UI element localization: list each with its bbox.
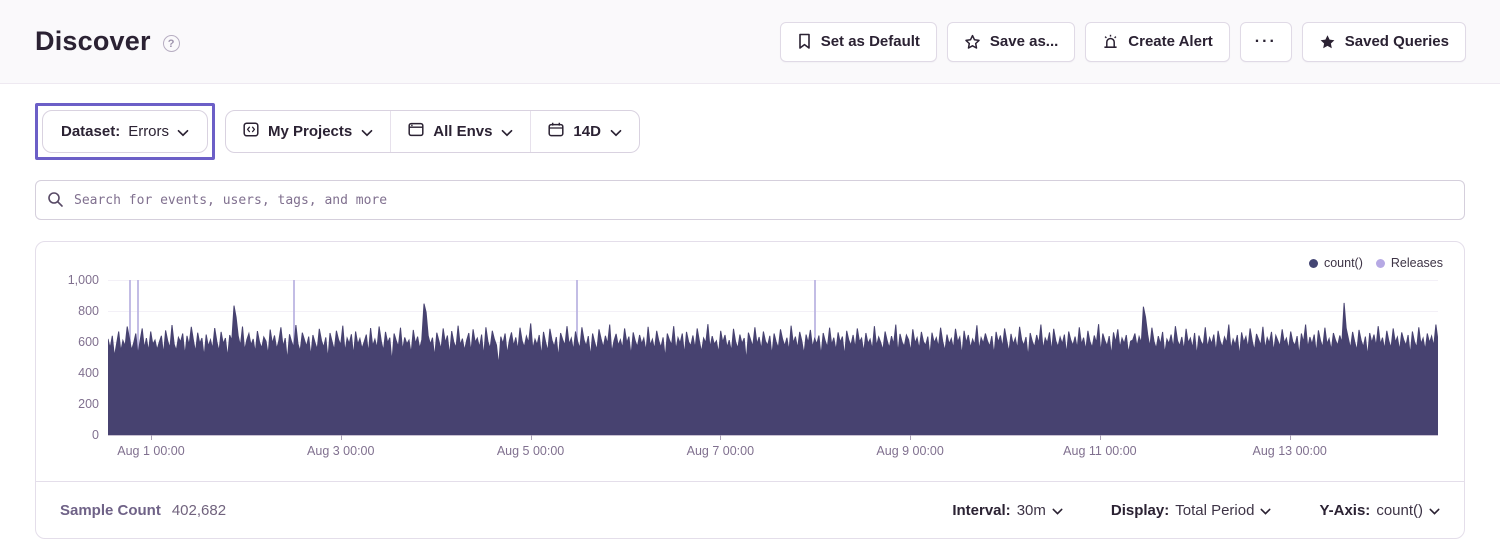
create-alert-label: Create Alert	[1128, 33, 1212, 50]
legend-item-count[interactable]: count()	[1309, 256, 1363, 270]
legend-count-dot	[1309, 259, 1318, 268]
help-icon[interactable]: ?	[163, 35, 180, 52]
display-label: Display:	[1111, 502, 1169, 519]
chevron-down-icon	[361, 124, 373, 141]
legend-releases-label: Releases	[1391, 256, 1443, 270]
set-as-default-label: Set as Default	[821, 33, 920, 50]
x-axis-tick	[910, 435, 911, 440]
x-axis-tick	[1100, 435, 1101, 440]
saved-queries-button[interactable]: Saved Queries	[1302, 22, 1466, 62]
display-value: Total Period	[1175, 502, 1254, 519]
dataset-dropdown[interactable]: Dataset: Errors	[42, 110, 208, 153]
page-header: Discover ? Set as Default Save as...	[0, 0, 1500, 84]
count-area-series[interactable]	[108, 280, 1438, 435]
y-axis-value: count()	[1376, 502, 1423, 519]
x-axis-tick	[341, 435, 342, 440]
interval-dropdown[interactable]: Interval: 30m	[952, 501, 1063, 519]
x-axis-tick-label: Aug 13 00:00	[1253, 444, 1327, 458]
chevron-down-icon	[1052, 502, 1063, 519]
environments-dropdown[interactable]: All Envs	[390, 111, 530, 152]
interval-value: 30m	[1017, 502, 1046, 519]
events-chart-panel: count() Releases 0 200 400 600 800 1,000 Aug 1…	[35, 241, 1465, 539]
y-axis-tick-label: 600	[36, 335, 99, 349]
save-as-label: Save as...	[990, 33, 1058, 50]
chevron-down-icon	[501, 124, 513, 141]
date-range-label: 14D	[573, 123, 601, 140]
filter-bar: Dataset: Errors My Projects	[35, 103, 1465, 160]
x-axis-tick-label: Aug 5 00:00	[497, 444, 564, 458]
window-icon	[408, 122, 424, 141]
ellipsis-icon: ···	[1255, 33, 1277, 51]
project-icon	[243, 122, 259, 141]
toolbar: Set as Default Save as... Create Alert ·…	[780, 22, 1466, 62]
page-filters-group: My Projects All Envs	[225, 110, 640, 153]
calendar-icon	[548, 122, 564, 141]
display-dropdown[interactable]: Display: Total Period	[1111, 501, 1272, 519]
y-axis-label: Y-Axis:	[1319, 502, 1370, 519]
set-as-default-button[interactable]: Set as Default	[780, 22, 937, 62]
dataset-value: Errors	[128, 123, 169, 140]
x-axis-tick	[531, 435, 532, 440]
chart-footer-bar: Sample Count 402,682 Interval: 30m Displ…	[36, 481, 1464, 538]
legend-item-releases[interactable]: Releases	[1376, 256, 1443, 270]
x-axis-tick-label: Aug 1 00:00	[117, 444, 184, 458]
legend-count-label: count()	[1324, 256, 1363, 270]
create-alert-button[interactable]: Create Alert	[1085, 22, 1229, 62]
chart-legend: count() Releases	[1309, 256, 1443, 270]
x-axis-tick-label: Aug 7 00:00	[687, 444, 754, 458]
legend-releases-dot	[1376, 259, 1385, 268]
dataset-highlight-box: Dataset: Errors	[35, 103, 215, 160]
search-icon	[47, 191, 64, 213]
sample-count-label: Sample Count	[60, 502, 161, 519]
x-axis-tick	[1290, 435, 1291, 440]
x-axis-tick-label: Aug 11 00:00	[1063, 444, 1136, 458]
environments-label: All Envs	[433, 123, 492, 140]
events-area-chart[interactable]: count() Releases 0 200 400 600 800 1,000 Aug 1…	[36, 242, 1464, 481]
y-axis-tick-label: 1,000	[36, 273, 99, 287]
sample-count-value: 402,682	[172, 502, 226, 519]
search-bar	[35, 180, 1465, 220]
x-axis-tick	[151, 435, 152, 440]
saved-queries-label: Saved Queries	[1345, 33, 1449, 50]
x-axis-tick	[720, 435, 721, 440]
interval-label: Interval:	[952, 502, 1010, 519]
projects-label: My Projects	[268, 123, 352, 140]
dataset-label: Dataset:	[61, 123, 120, 140]
save-as-button[interactable]: Save as...	[947, 22, 1075, 62]
x-axis-tick-label: Aug 9 00:00	[876, 444, 943, 458]
projects-dropdown[interactable]: My Projects	[226, 111, 390, 152]
star-filled-icon	[1319, 34, 1336, 50]
bookmark-icon	[797, 33, 812, 50]
chevron-down-icon	[177, 124, 189, 141]
y-axis-tick-label: 0	[36, 428, 99, 442]
chevron-down-icon	[1260, 502, 1271, 519]
y-axis-tick-label: 200	[36, 397, 99, 411]
y-axis-dropdown[interactable]: Y-Axis: count()	[1319, 501, 1440, 519]
y-axis-tick-label: 800	[36, 304, 99, 318]
more-options-button[interactable]: ···	[1240, 22, 1292, 62]
chevron-down-icon	[1429, 502, 1440, 519]
chevron-down-icon	[610, 124, 622, 141]
date-range-dropdown[interactable]: 14D	[530, 111, 639, 152]
search-input[interactable]	[35, 180, 1465, 220]
siren-icon	[1102, 34, 1119, 50]
page-title: Discover	[35, 26, 151, 57]
y-axis-tick-label: 400	[36, 366, 99, 380]
x-axis-tick-label: Aug 3 00:00	[307, 444, 374, 458]
star-outline-icon	[964, 34, 981, 50]
